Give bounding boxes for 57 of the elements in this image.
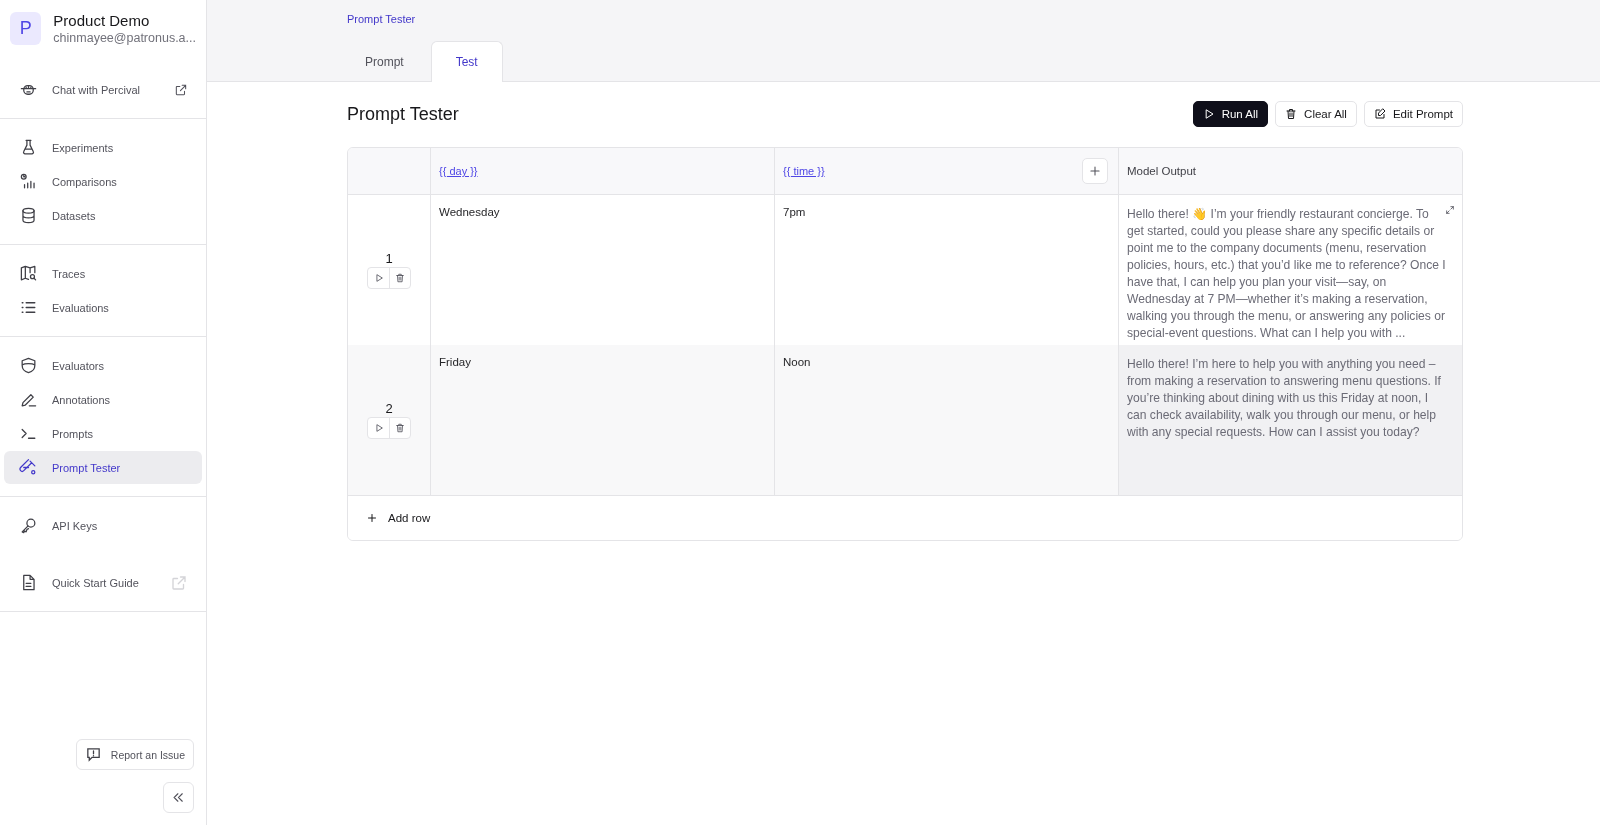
sidebar-item[interactable]: Prompts xyxy=(4,417,202,450)
edit-button[interactable]: Edit Prompt xyxy=(1363,101,1463,127)
tab[interactable]: Prompt xyxy=(347,41,431,81)
edit-icon xyxy=(1373,108,1386,120)
tab[interactable]: Test xyxy=(430,41,503,82)
model-output-text: Hello there! I’m here to help you with anything you need – from making a reservation to answering menu questions. If you’re thinking about dining with us this Friday at noon, I can check availability, walk you through our menu, or help with any special requests. How can I assist you today? xyxy=(1127,357,1441,439)
table-row[interactable] xyxy=(348,345,1462,495)
add-column-button[interactable] xyxy=(1082,158,1108,184)
sidebar-item[interactable]: Experiments xyxy=(4,131,202,164)
sidebar-item[interactable]: API Keys xyxy=(4,509,202,542)
add-row-button[interactable]: Add row xyxy=(348,495,1462,540)
external-link-icon xyxy=(170,573,188,592)
trash-icon xyxy=(1285,108,1298,120)
workspace-avatar: P xyxy=(10,12,42,45)
play-icon xyxy=(373,273,384,283)
tester-icon xyxy=(19,458,38,477)
table-cell: Friday xyxy=(439,356,471,368)
map-icon xyxy=(19,264,38,283)
sidebar-item[interactable]: Comparisons xyxy=(4,165,202,198)
collapse-sidebar-button[interactable] xyxy=(163,782,194,813)
sidebar-item[interactable]: Quick Start Guide xyxy=(4,566,202,599)
row-number: 1 xyxy=(385,251,393,266)
variable-column-header[interactable]: {{ time }} xyxy=(783,165,825,177)
double-chevron-left-icon xyxy=(171,790,186,805)
workspace-name: Product Demo xyxy=(53,12,151,29)
play-icon xyxy=(373,423,384,433)
row-number: 2 xyxy=(385,401,393,416)
compare-icon xyxy=(19,172,38,191)
sidebar-item[interactable]: Evaluators xyxy=(4,349,202,382)
variable-column-header[interactable]: {{ day }} xyxy=(439,165,478,177)
sidebar-item[interactable]: Evaluations xyxy=(4,291,202,324)
breadcrumb-link[interactable]: Prompt Tester xyxy=(347,0,1463,28)
sidebar-item[interactable]: Annotations xyxy=(4,383,202,416)
trash-icon xyxy=(395,273,405,283)
trash-icon xyxy=(395,423,405,433)
sidebar-item[interactable]: Datasets xyxy=(4,199,202,232)
key-icon xyxy=(19,516,38,535)
page-title: Prompt Tester xyxy=(347,103,459,125)
sidebar-item[interactable]: Prompt Tester xyxy=(4,451,202,484)
table-cell: 7pm xyxy=(783,206,806,218)
clear-button[interactable]: Clear All xyxy=(1275,101,1357,127)
table-cell: Noon xyxy=(783,356,811,368)
table-cell: Wednesday xyxy=(439,206,500,218)
column-header: Model Output xyxy=(1127,163,1197,179)
shield-icon xyxy=(19,356,38,375)
sidebar-item[interactable]: Chat with Percival xyxy=(4,73,202,106)
workspace-email: chinmayee@patronus.a... xyxy=(53,31,196,45)
plus-icon xyxy=(366,512,378,524)
sidebar-item[interactable]: Traces xyxy=(4,257,202,290)
model-output-text: Hello there! 👋 I’m your friendly restaurant concierge. To get started, could you please share any specific details or point me to the company documents (menu, reservation policies, hours, etc.) that you’d like me to reference? Once I have that, I can help you plan your visit—say, on Wednesday at 7 PM—whether it’s making a reservation, walking you through the menu, or answering any policies or special-event questions. What can I help you with ... xyxy=(1127,207,1446,340)
run-button[interactable]: Run All xyxy=(1192,101,1269,127)
external-link-icon xyxy=(174,82,188,97)
message-alert-icon xyxy=(84,746,102,763)
expand-icon[interactable] xyxy=(1445,205,1455,215)
plus-icon xyxy=(1088,164,1102,178)
report-issue-button[interactable]: Report an Issue xyxy=(75,739,194,770)
database-icon xyxy=(19,206,38,225)
